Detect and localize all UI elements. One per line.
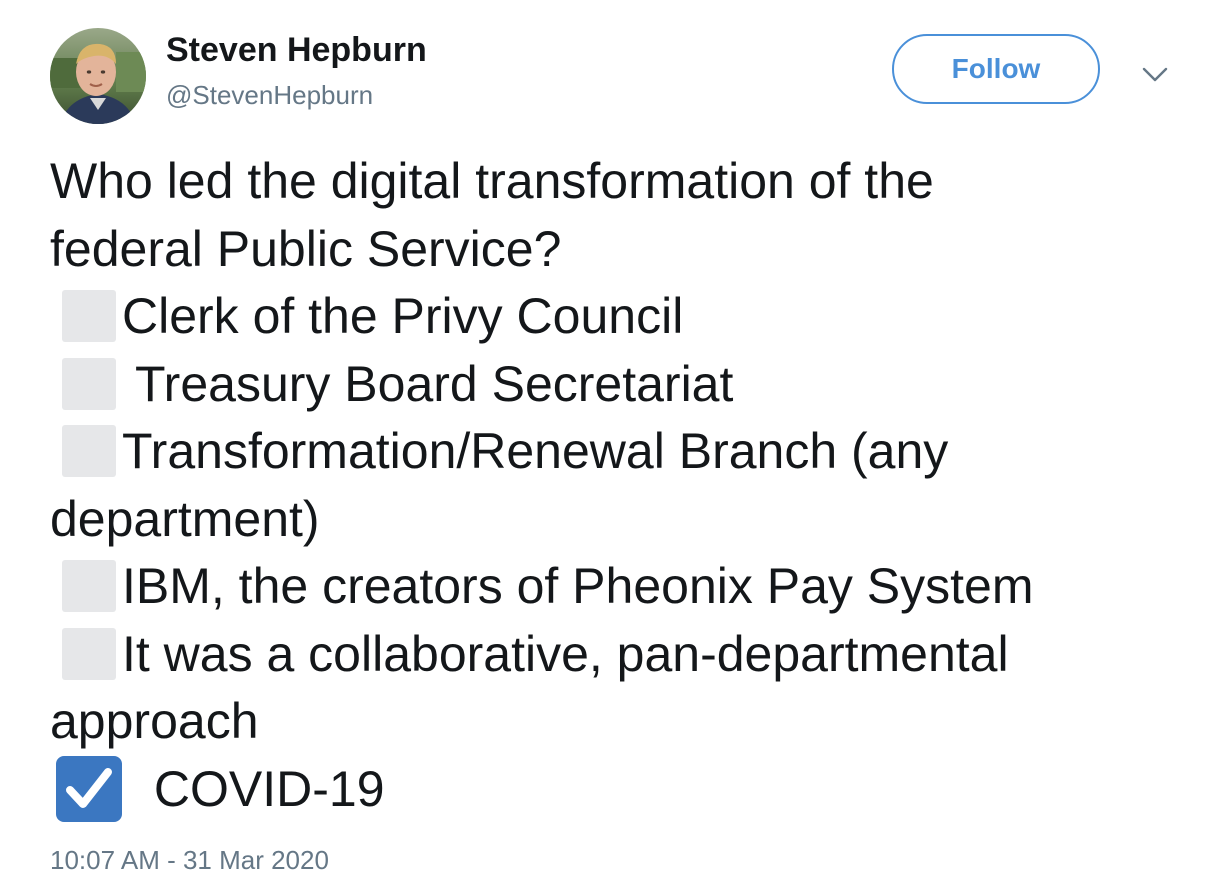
option-line: Transformation/Renewal Branch (any xyxy=(50,418,1200,486)
white-square-icon xyxy=(62,357,116,410)
option-text-continuation: approach xyxy=(50,693,259,749)
author-display-name[interactable]: Steven Hepburn xyxy=(166,30,427,70)
ballot-box-with-check-icon xyxy=(56,755,122,822)
white-square-icon xyxy=(62,425,116,477)
option-text: Treasury Board Secretariat xyxy=(122,355,734,412)
option-text: It was a collaborative, pan-departmental xyxy=(122,625,1009,682)
follow-button[interactable]: Follow xyxy=(892,34,1100,104)
option-text-continuation: department) xyxy=(50,490,320,547)
author-handle[interactable]: @StevenHepburn xyxy=(166,79,373,111)
option-text: IBM, the creators of Pheonix Pay System xyxy=(122,558,1034,614)
tweet-timestamp[interactable]: 10:07 AM - 31 Mar 2020 xyxy=(50,844,329,876)
white-square-icon xyxy=(62,560,116,612)
option-text: Clerk of the Privy Council xyxy=(122,288,684,344)
tweet-card: Steven Hepburn @StevenHepburn Follow Who… xyxy=(0,0,1230,890)
question-line: federal Public Service? xyxy=(50,220,562,277)
chevron-down-icon[interactable] xyxy=(1140,60,1170,90)
question-line: Who led the digital transformation of th… xyxy=(50,153,934,209)
avatar[interactable] xyxy=(50,28,146,124)
option-line-selected: COVID-19 xyxy=(50,755,1200,824)
option-line: Clerk of the Privy Council xyxy=(50,283,1200,351)
white-square-icon xyxy=(62,627,116,680)
option-text: Transformation/Renewal Branch (any xyxy=(122,423,949,479)
option-text: COVID-19 xyxy=(140,760,385,817)
option-line: IBM, the creators of Pheonix Pay System xyxy=(50,553,1200,621)
option-line: It was a collaborative, pan-departmental xyxy=(50,621,1200,689)
option-line: Treasury Board Secretariat xyxy=(50,351,1200,419)
tweet-text: Who led the digital transformation of th… xyxy=(50,148,1200,823)
white-square-icon xyxy=(62,290,116,342)
